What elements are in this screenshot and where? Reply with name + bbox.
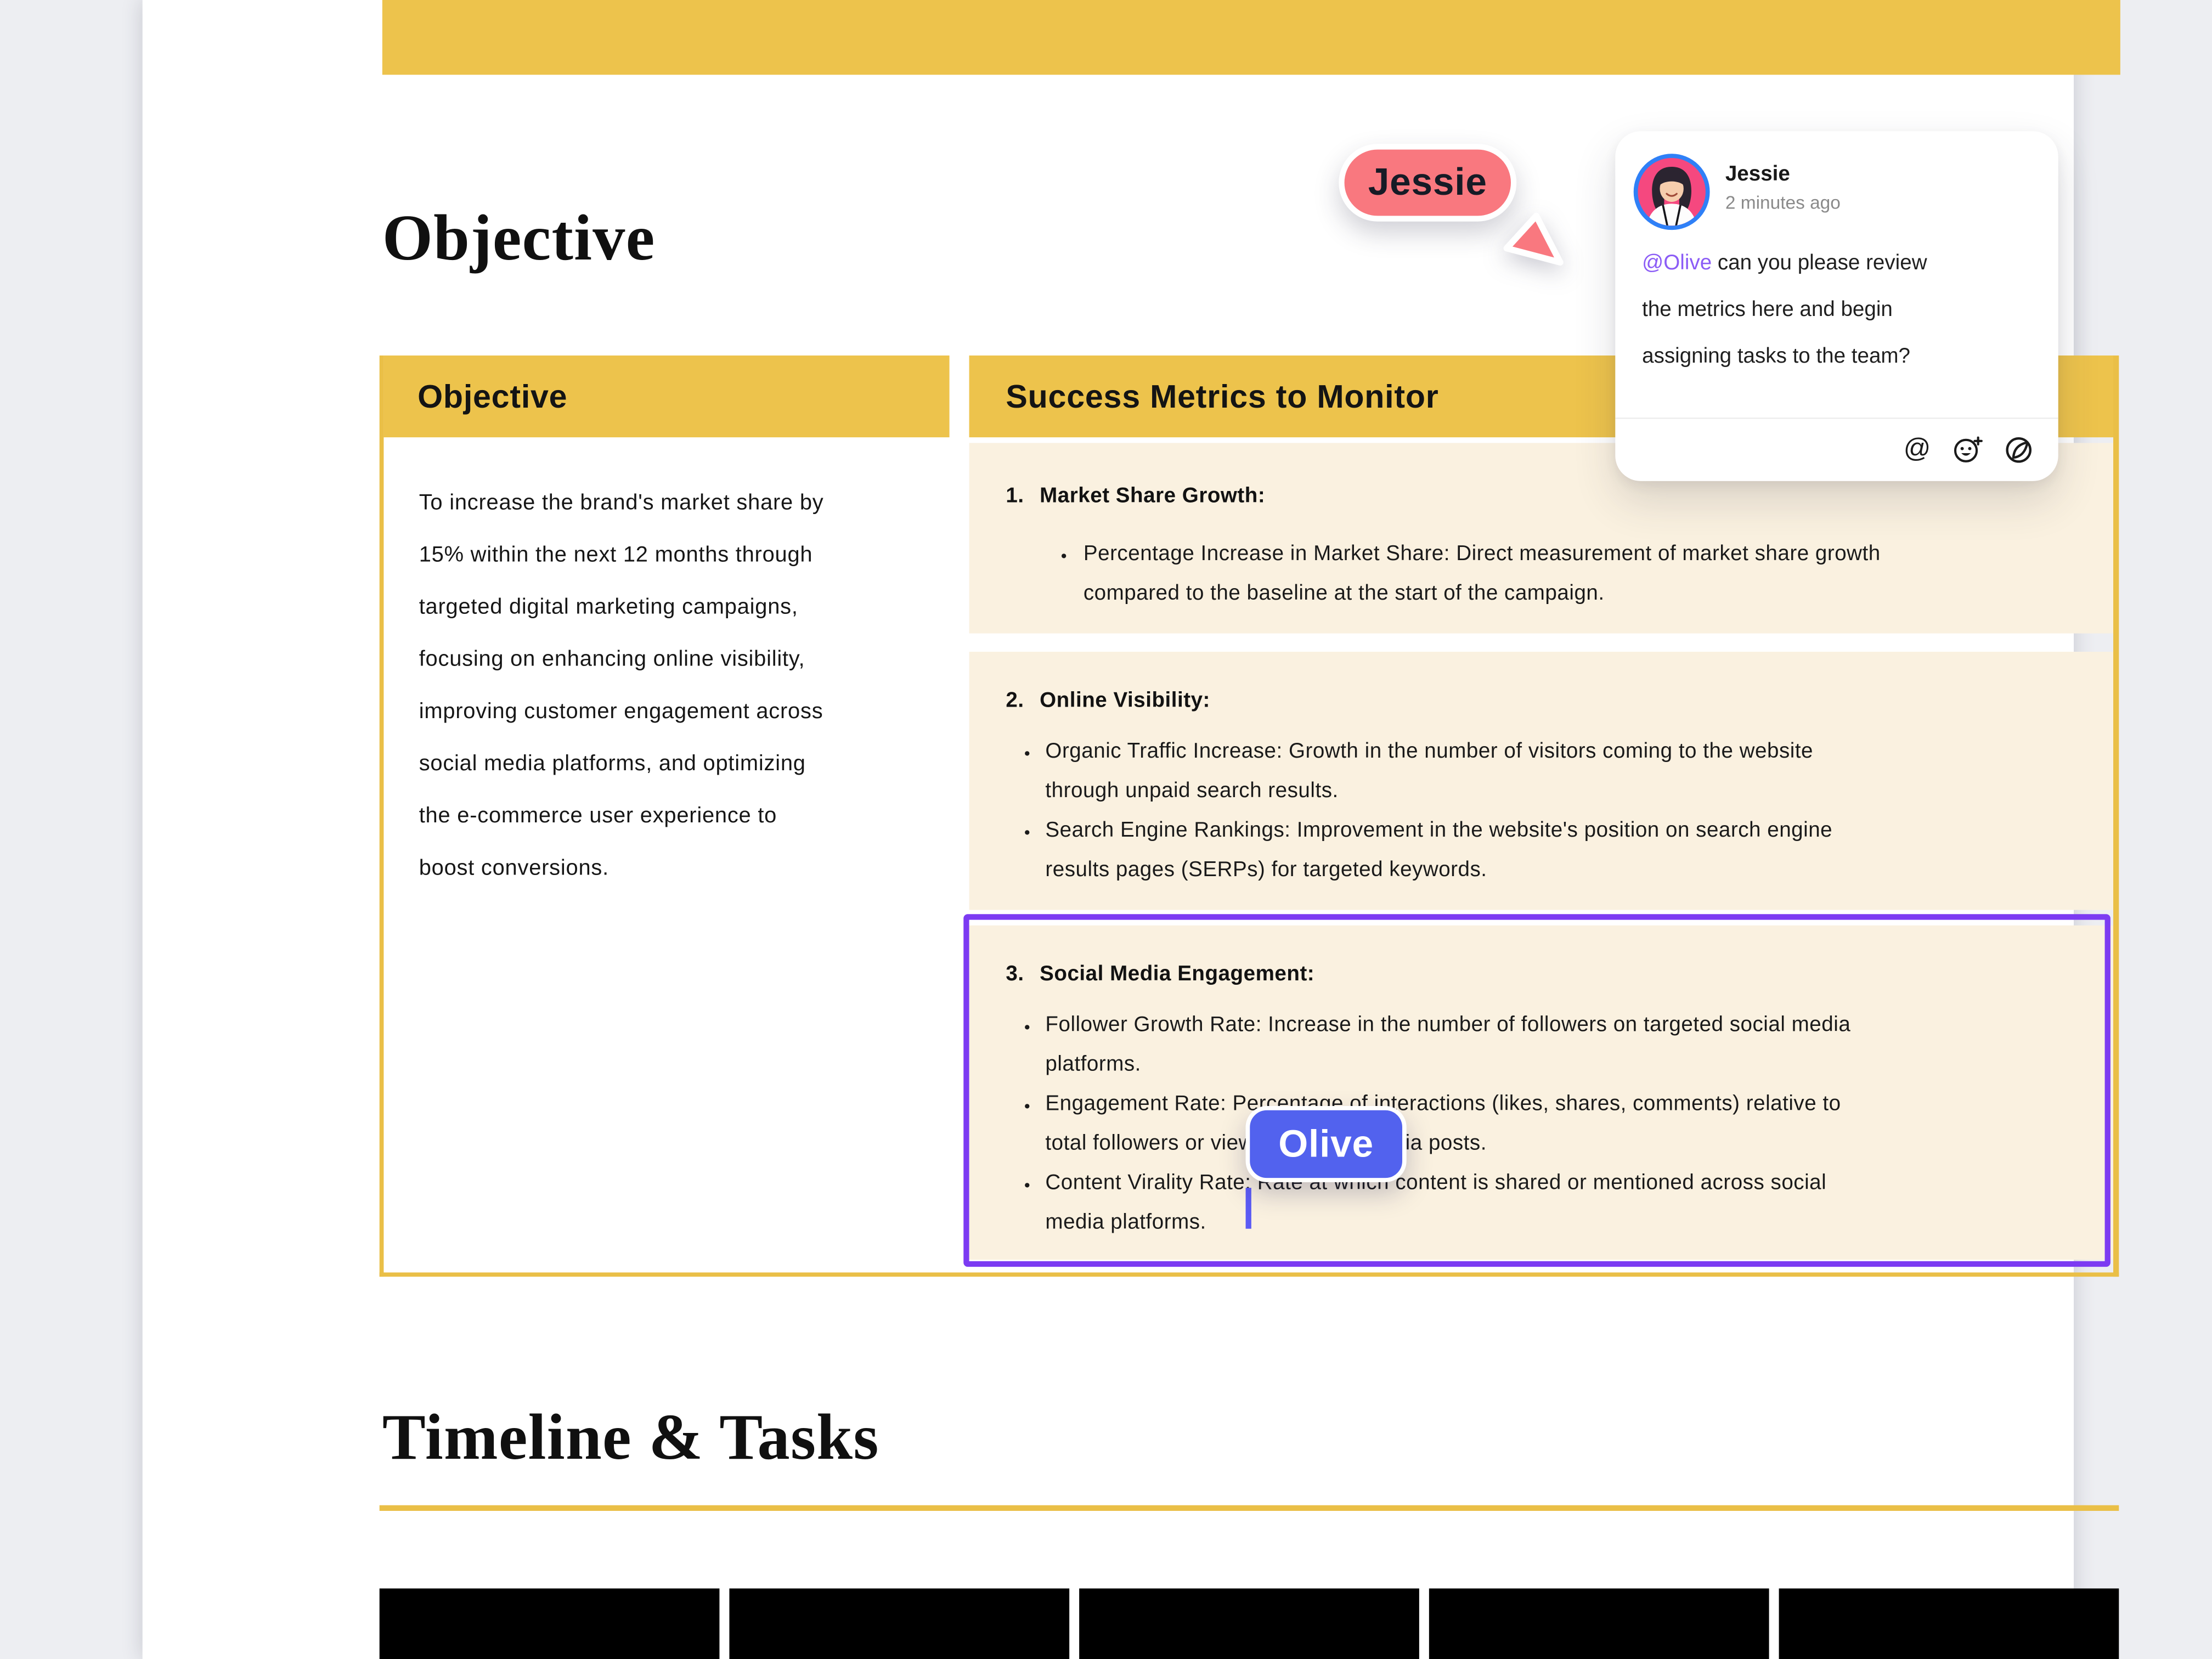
metric-title: Online Visibility: xyxy=(1040,681,1210,721)
metric-bullet: Organic Traffic Increase: Growth in the … xyxy=(969,732,2083,811)
cursor-label-olive: Olive xyxy=(1246,1106,1407,1182)
metric-bullet-list: Follower Growth Rate: Increase in the nu… xyxy=(969,1006,2113,1243)
table-header-objective[interactable]: Objective xyxy=(383,356,949,437)
comment-card[interactable]: Jessie 2 minutes ago @Olive can you plea… xyxy=(1615,131,2058,481)
text-caret-olive xyxy=(1246,1188,1251,1229)
page-heading-objective[interactable]: Objective xyxy=(382,206,656,270)
metric-bullet: Percentage Increase in Market Share: Dir… xyxy=(969,535,2083,614)
metric-bullet: Content Virality Rate: Rate at which con… xyxy=(969,1164,2083,1243)
table-border-left xyxy=(380,356,384,1277)
section-divider-rule xyxy=(380,1505,2119,1511)
metric-bullet-list: Percentage Increase in Market Share: Dir… xyxy=(969,535,2113,614)
add-reaction-icon[interactable] xyxy=(1953,435,1984,466)
pen-icon[interactable] xyxy=(2003,435,2034,466)
metric-bullet: Engagement Rate: Percentage of interacti… xyxy=(969,1085,2083,1164)
metric-number: 1. xyxy=(1006,477,1040,516)
cursor-label-jessie-text: Jessie xyxy=(1368,161,1487,205)
cursor-label-jessie: Jessie xyxy=(1339,144,1516,221)
avatar xyxy=(1634,154,1710,230)
metric-block-social-media-engagement[interactable]: 3. Social Media Engagement: Follower Gro… xyxy=(969,926,2113,1260)
comment-timestamp: 2 minutes ago xyxy=(1725,192,1841,213)
comment-toolbar: @ xyxy=(1615,417,2058,481)
comment-author: Jessie xyxy=(1725,162,1790,187)
avatar-illustration xyxy=(1638,158,1705,225)
metric-block-online-visibility[interactable]: 2. Online Visibility: Organic Traffic In… xyxy=(969,652,2113,910)
metric-title: Market Share Growth: xyxy=(1040,477,1265,516)
cursor-label-olive-text: Olive xyxy=(1278,1122,1374,1166)
comment-body[interactable]: @Olive can you please review the metrics… xyxy=(1642,240,2041,380)
table-header-success-metrics-label: Success Metrics to Monitor xyxy=(1006,377,1438,415)
timeline-header-cell[interactable] xyxy=(1079,1588,1419,1659)
metric-bullet: Follower Growth Rate: Increase in the nu… xyxy=(969,1006,2083,1085)
mention-icon[interactable]: @ xyxy=(1901,435,1933,466)
metric-title: Social Media Engagement: xyxy=(1040,955,1314,995)
timeline-header-cell[interactable] xyxy=(380,1588,720,1659)
timeline-header-cell[interactable] xyxy=(1779,1588,2119,1659)
objective-text: To increase the brand's market share by … xyxy=(419,477,930,894)
metric-heading: 3. Social Media Engagement: xyxy=(969,926,2113,995)
metric-bullet: Search Engine Rankings: Improvement in t… xyxy=(969,811,2083,890)
table-border-bottom xyxy=(380,1272,2119,1277)
cursor-arrow-jessie xyxy=(1501,210,1572,278)
objective-cell[interactable]: To increase the brand's market share by … xyxy=(383,443,949,1272)
page-heading-timeline[interactable]: Timeline & Tasks xyxy=(382,1405,879,1470)
metric-heading: 2. Online Visibility: xyxy=(969,652,2113,721)
metric-number: 2. xyxy=(1006,681,1040,721)
timeline-header-cell[interactable] xyxy=(1429,1588,1769,1659)
app-canvas: Objective Objective Success Metrics to M… xyxy=(0,0,2212,1659)
timeline-header-cell[interactable] xyxy=(729,1588,1069,1659)
metric-bullet-list: Organic Traffic Increase: Growth in the … xyxy=(969,732,2113,890)
mention-chip[interactable]: @Olive xyxy=(1642,251,1712,275)
document-page: Objective Objective Success Metrics to M… xyxy=(143,0,2074,1659)
table-header-objective-label: Objective xyxy=(417,377,567,415)
table-border-right xyxy=(2113,356,2119,1277)
metric-number: 3. xyxy=(1006,955,1040,995)
timeline-table-header-row xyxy=(380,1588,2119,1659)
cover-banner xyxy=(382,0,2120,75)
